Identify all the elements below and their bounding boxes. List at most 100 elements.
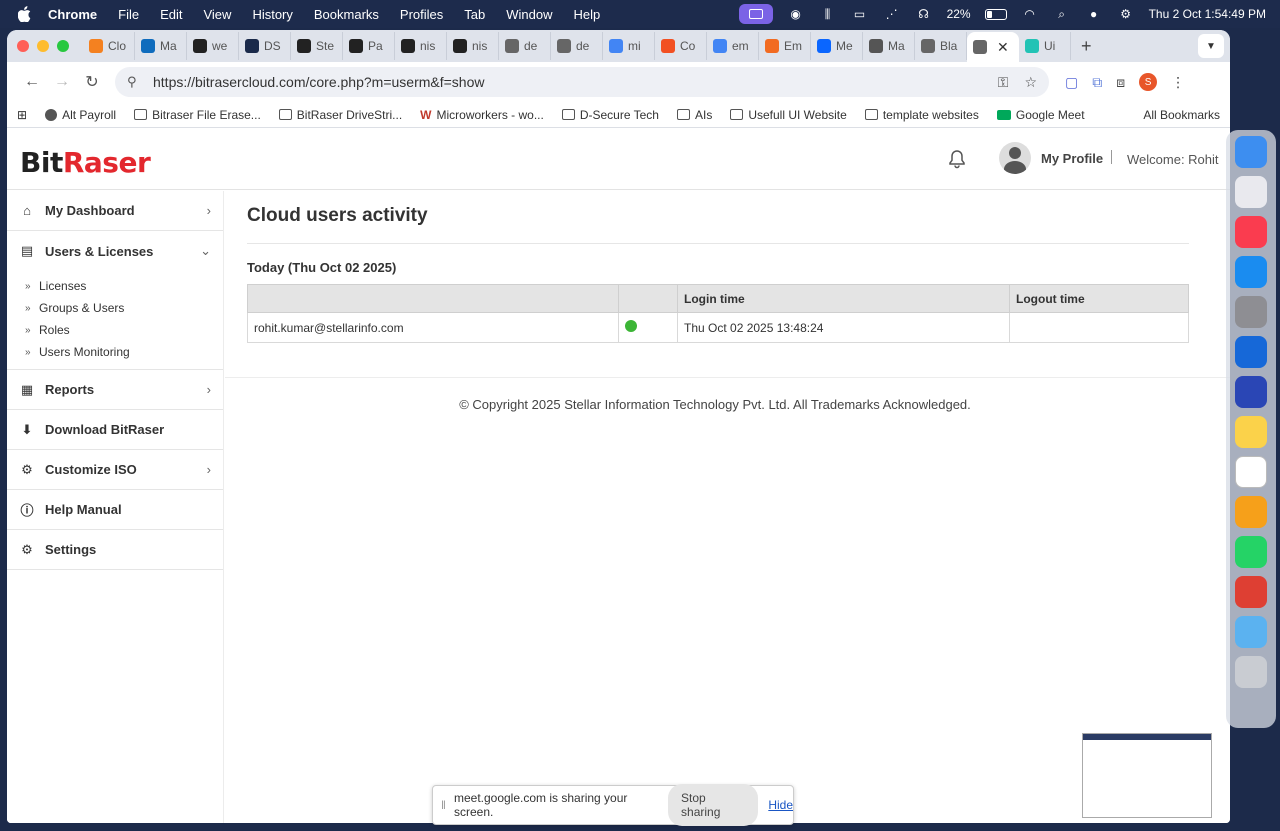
tab-search-button[interactable]: ▼ bbox=[1198, 34, 1224, 58]
tab[interactable]: Ma bbox=[863, 32, 915, 60]
apple-icon[interactable] bbox=[18, 6, 32, 22]
tab[interactable]: em bbox=[707, 32, 759, 60]
extension-square-icon[interactable]: ▢ bbox=[1065, 74, 1078, 91]
wifi-icon[interactable]: ◠ bbox=[1021, 7, 1039, 21]
clock[interactable]: Thu 2 Oct 1:54:49 PM bbox=[1149, 7, 1266, 21]
submenu-item-roles[interactable]: » Roles bbox=[25, 319, 223, 341]
launchpad-icon[interactable] bbox=[1235, 176, 1267, 208]
profile-avatar[interactable]: S bbox=[1139, 73, 1158, 91]
tab[interactable]: Em bbox=[759, 32, 811, 60]
translate-icon[interactable]: ⧉ bbox=[1092, 74, 1102, 91]
sidebar-item-download[interactable]: ⬇ Download BitRaser bbox=[7, 410, 223, 450]
music-icon[interactable] bbox=[1235, 216, 1267, 248]
chatgpt-icon[interactable] bbox=[1235, 456, 1267, 488]
bookmark-google-meet[interactable]: Google Meet bbox=[996, 108, 1085, 122]
menu-app-name[interactable]: Chrome bbox=[48, 7, 97, 22]
hearing-icon[interactable]: ☊ bbox=[915, 7, 933, 21]
tab[interactable]: nis bbox=[447, 32, 499, 60]
bookmark-microworkers[interactable]: W Microworkers - wo... bbox=[420, 108, 544, 122]
bookmark-folder-bitraser-drive[interactable]: BitRaser DriveStri... bbox=[278, 108, 402, 122]
hide-link[interactable]: Hide bbox=[768, 798, 793, 812]
extensions-puzzle-icon[interactable]: ⧈ bbox=[1116, 74, 1125, 91]
activity-icon[interactable]: ⋰ bbox=[883, 7, 901, 21]
remote-desktop-icon[interactable] bbox=[1235, 336, 1267, 368]
mixer-icon[interactable]: ⫼ bbox=[819, 7, 837, 21]
menu-edit[interactable]: Edit bbox=[160, 7, 182, 22]
system-settings-icon[interactable] bbox=[1235, 296, 1267, 328]
reload-button[interactable]: ↻ bbox=[77, 72, 107, 92]
submenu-item-users-monitoring[interactable]: » Users Monitoring bbox=[25, 341, 223, 363]
bookmark-folder-bitraser-file[interactable]: Bitraser File Erase... bbox=[134, 108, 261, 122]
kebab-menu-icon[interactable]: ⋮ bbox=[1171, 74, 1185, 91]
finder-icon[interactable] bbox=[1235, 136, 1267, 168]
status-app-icon[interactable]: ◉ bbox=[787, 7, 805, 21]
whatsapp-icon[interactable] bbox=[1235, 536, 1267, 568]
screen-share-icon[interactable] bbox=[738, 4, 773, 24]
site-info-icon[interactable]: ⚲ bbox=[127, 74, 143, 90]
tab[interactable]: mi bbox=[603, 32, 655, 60]
tab[interactable]: Pa bbox=[343, 32, 395, 60]
sidebar-item-users-licenses[interactable]: ▤ Users & Licenses ⌄ bbox=[7, 231, 223, 271]
tab[interactable]: DS bbox=[239, 32, 291, 60]
menu-tab[interactable]: Tab bbox=[464, 7, 485, 22]
tab[interactable]: Ma bbox=[135, 32, 187, 60]
tab[interactable]: Clo bbox=[83, 32, 135, 60]
tab[interactable]: we bbox=[187, 32, 239, 60]
search-icon[interactable]: ⌕ bbox=[1053, 7, 1071, 21]
chrome-icon[interactable] bbox=[1235, 576, 1267, 608]
trash-icon[interactable] bbox=[1235, 656, 1267, 688]
drag-handle-icon[interactable]: ‖ bbox=[441, 798, 446, 812]
display-icon[interactable]: ▭ bbox=[851, 7, 869, 21]
tab[interactable]: Bla bbox=[915, 32, 967, 60]
tab[interactable]: Co bbox=[655, 32, 707, 60]
bookmark-folder-ais[interactable]: AIs bbox=[676, 108, 712, 122]
battery-icon[interactable] bbox=[984, 8, 1007, 20]
notes-icon[interactable] bbox=[1235, 416, 1267, 448]
sidebar-item-help-manual[interactable]: ⓘ Help Manual bbox=[7, 490, 223, 530]
siri-icon[interactable]: ● bbox=[1085, 7, 1103, 21]
menu-profiles[interactable]: Profiles bbox=[400, 7, 443, 22]
tab[interactable]: de bbox=[499, 32, 551, 60]
my-profile-link[interactable]: My Profile bbox=[999, 142, 1103, 174]
tab[interactable]: Ste bbox=[291, 32, 343, 60]
tab[interactable]: Ui bbox=[1019, 32, 1071, 60]
submenu-item-groups-users[interactable]: » Groups & Users bbox=[25, 297, 223, 319]
forward-button[interactable]: → bbox=[47, 73, 77, 91]
bookmark-folder-dsecure[interactable]: D-Secure Tech bbox=[561, 108, 659, 122]
url-text[interactable]: https://bitrasercloud.com/core.php?m=use… bbox=[153, 74, 485, 90]
tab-active[interactable]: ✕ bbox=[967, 32, 1019, 62]
menu-view[interactable]: View bbox=[203, 7, 231, 22]
all-bookmarks[interactable]: All Bookmarks bbox=[1138, 108, 1220, 122]
sidebar-item-settings[interactable]: ⚙ Settings bbox=[7, 530, 223, 570]
bookmark-star-icon[interactable]: ☆ bbox=[1024, 74, 1037, 91]
back-button[interactable]: ← bbox=[17, 73, 47, 91]
bell-icon[interactable] bbox=[947, 149, 967, 169]
menu-window[interactable]: Window bbox=[506, 7, 552, 22]
zoom-window-button[interactable] bbox=[57, 40, 69, 52]
bookmark-folder-template[interactable]: template websites bbox=[864, 108, 979, 122]
menu-file[interactable]: File bbox=[118, 7, 139, 22]
stop-sharing-button[interactable]: Stop sharing bbox=[668, 784, 759, 826]
apps-grid-icon[interactable]: ⊞ bbox=[17, 108, 27, 122]
minimize-window-button[interactable] bbox=[37, 40, 49, 52]
tab[interactable]: nis bbox=[395, 32, 447, 60]
address-bar[interactable]: ⚲ https://bitrasercloud.com/core.php?m=u… bbox=[115, 67, 1049, 97]
bookmark-folder-usefull-ui[interactable]: Usefull UI Website bbox=[730, 108, 847, 122]
folder-icon[interactable] bbox=[1235, 616, 1267, 648]
menu-history[interactable]: History bbox=[252, 7, 292, 22]
control-center-icon[interactable]: ⚙ bbox=[1117, 7, 1135, 21]
screen-app-icon[interactable] bbox=[1235, 376, 1267, 408]
menu-help[interactable]: Help bbox=[574, 7, 601, 22]
close-tab-icon[interactable]: ✕ bbox=[997, 39, 1009, 56]
close-window-button[interactable] bbox=[17, 40, 29, 52]
menu-bookmarks[interactable]: Bookmarks bbox=[314, 7, 379, 22]
key-icon[interactable]: ⚿ bbox=[998, 74, 1009, 91]
sidebar-item-dashboard[interactable]: ⌂ My Dashboard › bbox=[7, 191, 223, 231]
app-store-icon[interactable] bbox=[1235, 256, 1267, 288]
tab[interactable]: Me bbox=[811, 32, 863, 60]
tab[interactable]: de bbox=[551, 32, 603, 60]
submenu-item-licenses[interactable]: » Licenses bbox=[25, 275, 223, 297]
screen-share-preview[interactable] bbox=[1082, 733, 1212, 818]
bitraser-logo[interactable]: BitRaser bbox=[20, 146, 151, 179]
sidebar-item-customize-iso[interactable]: ⚙ Customize ISO › bbox=[7, 450, 223, 490]
